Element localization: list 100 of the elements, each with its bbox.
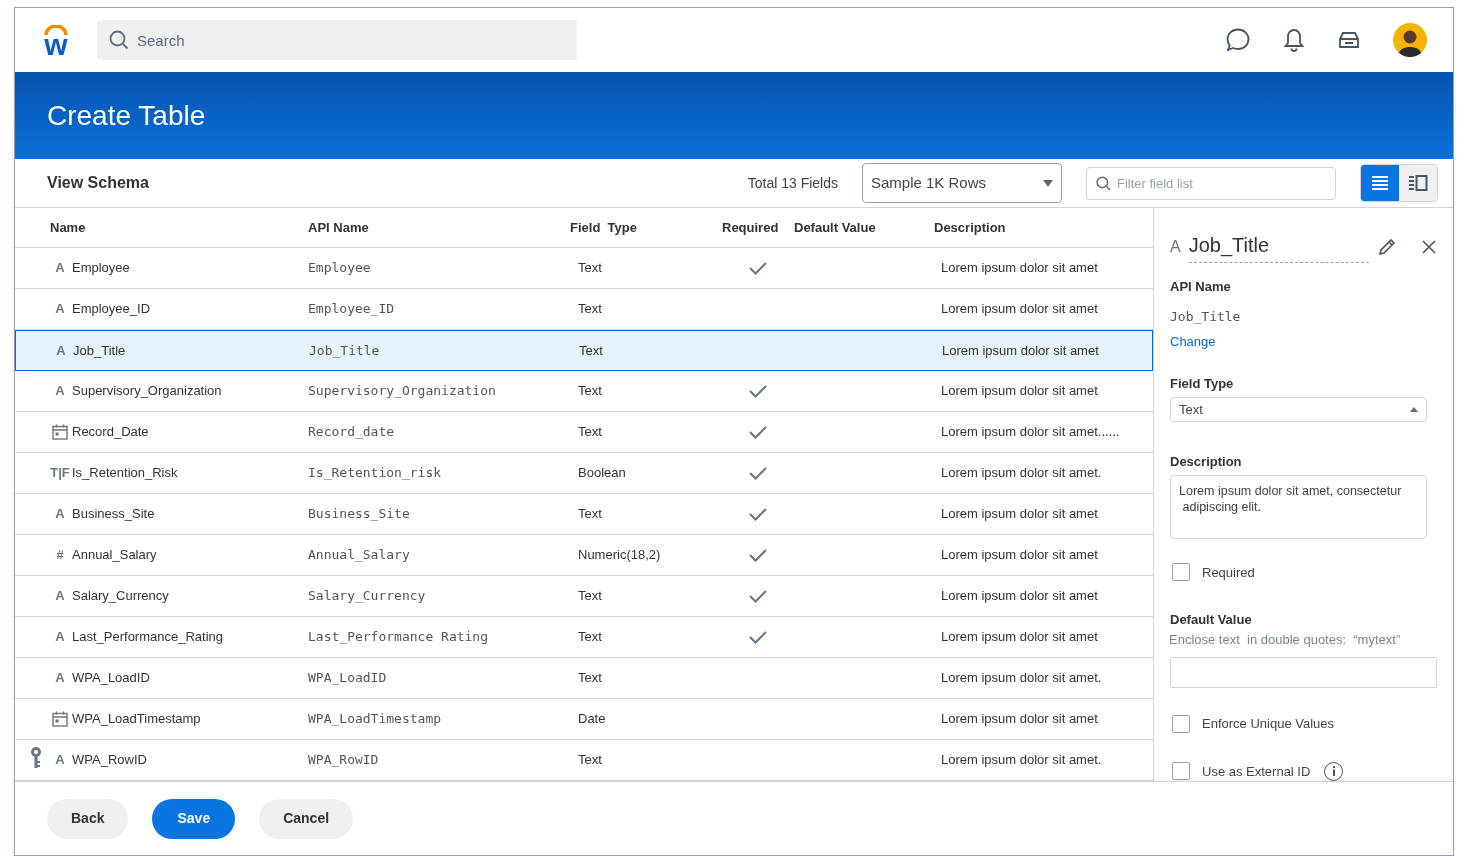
field-title: Job_Title [1188,230,1369,263]
api-name: Is_Retention_risk [308,465,442,481]
field-type-icon: A [55,258,65,278]
field-type: Text [578,506,602,522]
field-name: Business_Site [72,505,155,524]
description: Lorem ipsum dolor sit amet [941,629,1098,645]
api-name-value: Job_Title [1170,307,1242,326]
field-count: Total 13 Fields [747,173,838,193]
table-row[interactable]: T|F Is_Retention_Risk Is_Retention_risk Boolean Lorem ipsum dolor sit amet. [15,453,1153,494]
field-type: Text [578,752,602,768]
field-type: Boolean [578,465,626,481]
field-type-icon: A [55,668,65,688]
description: Lorem ipsum dolor sit amet. [941,752,1102,768]
field-label: API Name [1170,278,1232,296]
calendar-icon [52,424,68,440]
field-type-icon: A [55,299,65,319]
dropdown-caret-icon [1043,179,1053,187]
checkbox-label: Enforce Unique Values [1202,715,1334,733]
field-type-icon: T|F [50,463,70,483]
table-row[interactable]: A WPA_RowID WPA_RowID Text Lorem ipsum dolor sit amet. [15,740,1153,781]
sample-dropdown[interactable]: Sample 1K Rows [862,163,1062,203]
field-name: WPA_LoadTimestamp [72,710,201,729]
description: Lorem ipsum dolor sit amet [941,506,1098,522]
table-row[interactable]: A Employee Employee Text Lorem ipsum dolor sit amet [15,248,1153,289]
field-type-icon: A [55,381,65,401]
table-row[interactable]: A Last_Performance_Rating Last_Performance Rating Text Lorem ipsum dolor sit amet [15,617,1153,658]
close-icon[interactable] [1421,238,1437,255]
table-row[interactable]: Record_Date Record_date Text Lorem ipsum dolor sit amet...... [15,412,1153,453]
description: Lorem ipsum dolor sit amet. [941,670,1102,686]
column-header[interactable]: Description [934,219,1006,235]
edit-icon[interactable] [1377,236,1397,257]
field-name: Salary_Currency [72,587,169,606]
field-name: WPA_LoadID [72,669,150,688]
field-type: Text [578,301,602,317]
description-field[interactable]: Lorem ipsum dolor sit amet, consectetur adipiscing elit. [1170,475,1427,539]
field-name: Job_Title [73,341,126,360]
save-button[interactable]: Save [152,798,236,839]
detail-panel-icon [1407,172,1429,194]
column-header[interactable]: API Name [308,219,369,235]
filter-field[interactable]: Filter field list [1086,166,1336,200]
avatar[interactable] [1393,23,1427,57]
api-name: Annual_Salary [308,547,410,563]
api-name: Last_Performance Rating [308,629,488,645]
api-name: WPA_RowID [308,752,379,768]
field-type-icon: A [56,340,66,361]
description: Lorem ipsum dolor sit amet. [941,465,1102,481]
table-row[interactable]: # Annual_Salary Annual_Salary Numeric(18,2) Lorem ipsum dolor sit amet [15,535,1153,576]
column-header[interactable]: Field Type [570,219,637,235]
inbox-icon[interactable] [1337,30,1361,50]
field-type: Text [579,342,603,358]
field-type-icon: A [55,504,65,524]
default-value-field[interactable] [1170,657,1437,688]
field-name: Employee [72,259,130,278]
description: Lorem ipsum dolor sit amet [941,260,1098,276]
checkbox[interactable] [1172,714,1190,733]
list-view-button[interactable] [1361,165,1399,201]
checkbox-label: Use as External ID [1202,762,1311,781]
field-label: Field Type [1170,374,1235,393]
description: Lorem ipsum dolor sit amet [942,342,1099,358]
field-type-icon: A [55,627,65,647]
table-row[interactable]: A Supervisory_Organization Supervisory_Organization Text Lorem ipsum dolor sit amet [15,371,1153,412]
description: Lorem ipsum dolor sit amet [941,711,1098,727]
search-field[interactable]: Search [97,20,577,60]
hint-text: Enclose text in double quotes: “mytext” [1169,630,1402,649]
api-name: Salary_Currency [308,588,426,604]
description: Lorem ipsum dolor sit amet [941,301,1098,317]
footer-button[interactable]: Cancel [259,798,354,839]
change-link[interactable]: Change [1170,332,1216,352]
api-name: WPA_LoadTimestamp [308,711,442,727]
search-icon [1096,175,1111,191]
api-name: Record_date [308,424,395,440]
table-row[interactable]: A WPA_LoadID WPA_LoadID Text Lorem ipsum dolor sit amet. [15,658,1153,699]
field-type-icon: A [55,586,65,606]
table-row[interactable]: WPA_LoadTimestamp WPA_LoadTimestamp Date Lorem ipsum dolor sit amet [15,699,1153,740]
section-title: View Schema [47,173,149,193]
field-name: Record_Date [72,423,149,442]
chat-icon[interactable] [1225,27,1251,53]
search-icon [109,30,129,50]
field-label: Default Value [1170,611,1253,629]
table-row[interactable]: A Business_Site Business_Site Text Lorem ipsum dolor sit amet [15,494,1153,535]
detail-view-button[interactable] [1399,165,1437,201]
api-name: WPA_LoadID [308,670,387,686]
table-row[interactable]: A Job_Title Job_Title Text Lorem ipsum dolor sit amet [15,330,1153,371]
field-type: Text [578,629,602,645]
column-header[interactable]: Required [722,219,779,235]
field-type: Numeric(18,2) [578,547,661,563]
field-type-select[interactable]: Text [1170,397,1427,422]
checkbox[interactable] [1172,762,1190,781]
table-row[interactable]: A Salary_Currency Salary_Currency Text Lorem ipsum dolor sit amet [15,576,1153,617]
api-name: Employee_ID [308,301,395,317]
column-header[interactable]: Name [50,219,86,235]
checkbox[interactable] [1172,563,1190,582]
field-type-icon: # [56,545,64,565]
notification-bell-icon[interactable] [1283,28,1305,52]
footer-button[interactable]: Back [47,798,129,839]
api-name: Supervisory_Organization [308,383,496,399]
column-header[interactable]: Default Value [794,219,876,235]
description: Lorem ipsum dolor sit amet [941,588,1098,604]
dropdown-caret-icon [1410,406,1418,412]
description: Lorem ipsum dolor sit amet...... [941,424,1120,440]
